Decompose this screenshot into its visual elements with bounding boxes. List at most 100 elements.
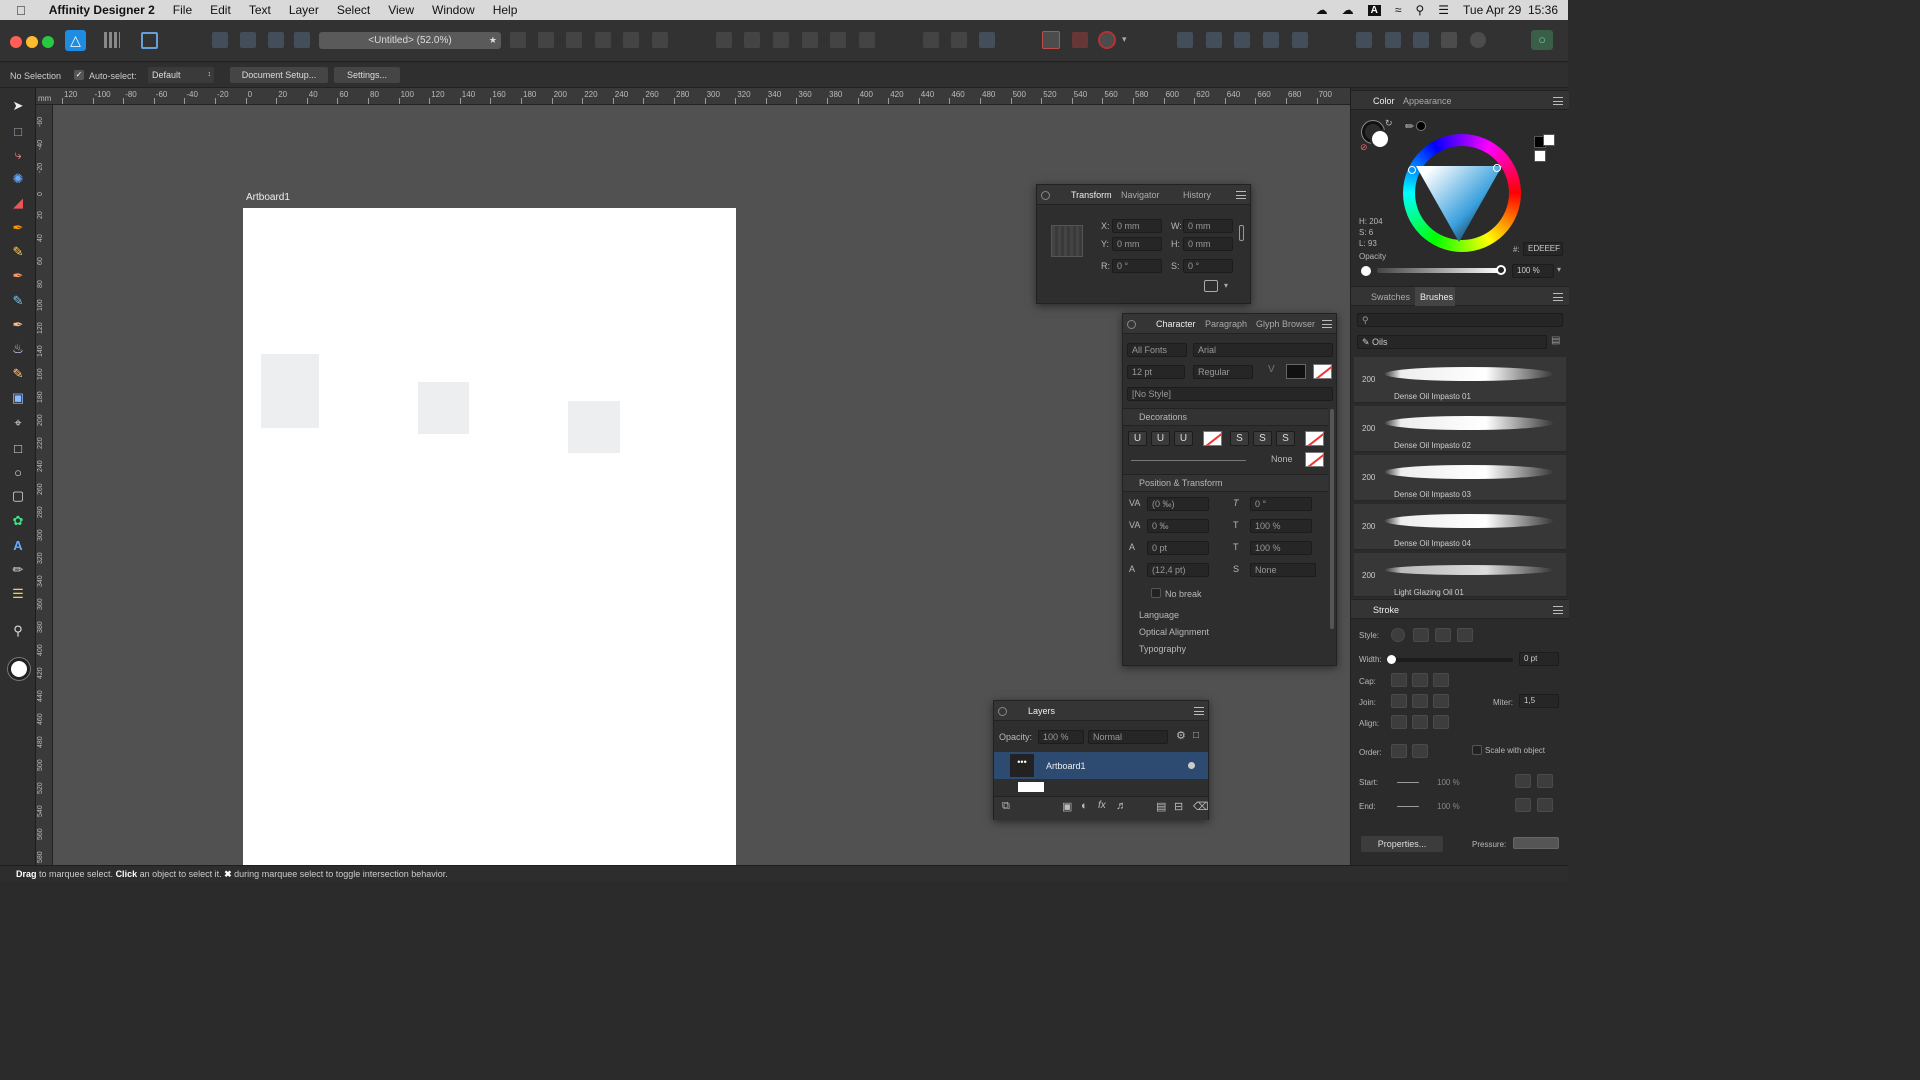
wifi-icon[interactable]: ≈ xyxy=(1395,3,1402,17)
swap-arrows-button[interactable] xyxy=(1515,798,1531,812)
language-section[interactable]: Language xyxy=(1139,610,1179,620)
gear-icon[interactable]: ⚙ xyxy=(1176,729,1186,742)
artboard[interactable] xyxy=(243,208,736,865)
artboard-tool-icon[interactable]: □ xyxy=(10,124,26,139)
tab-color[interactable]: Color xyxy=(1373,96,1395,106)
transparency-tool-icon[interactable]: ✎ xyxy=(10,366,26,381)
double-strikethrough-button[interactable]: S xyxy=(1253,431,1272,446)
brush-item[interactable]: 200 Light Glazing Oil 01 xyxy=(1354,553,1566,597)
decoration-stroke-swatch[interactable] xyxy=(1305,452,1324,467)
vertical-scale-field[interactable]: 100 % xyxy=(1250,541,1312,555)
arrow-align-button[interactable] xyxy=(1537,798,1553,812)
apple-icon[interactable]:  xyxy=(0,3,35,18)
vertical-ruler[interactable]: -60 -40 -20 0 20 40 60 80 100 120 140 160 180 200 220 2… xyxy=(36,105,53,865)
underline-color-swatch[interactable] xyxy=(1203,431,1222,446)
font-size-field[interactable]: 12 pt xyxy=(1127,365,1185,379)
fill-color-well[interactable] xyxy=(1370,129,1390,149)
rotate-right-icon[interactable] xyxy=(294,32,310,48)
leading-field[interactable]: (12,4 pt) xyxy=(1147,563,1209,577)
link-proportions-icon[interactable] xyxy=(1239,225,1244,241)
menu-help[interactable]: Help xyxy=(484,3,527,17)
tab-paragraph[interactable]: Paragraph xyxy=(1205,319,1247,329)
order-front-button[interactable] xyxy=(1412,744,1428,758)
rotation-field[interactable]: 0 ° xyxy=(1112,259,1162,273)
brush-item[interactable]: 200 Dense Oil Impasto 01 xyxy=(1354,357,1566,403)
document-setup-button[interactable]: Document Setup... xyxy=(230,67,328,83)
panel-scrollbar[interactable] xyxy=(1330,409,1334,629)
font-collection-select[interactable]: All Fonts xyxy=(1127,343,1187,357)
align-bottom-icon[interactable] xyxy=(652,32,668,48)
skew-field[interactable]: 0 ° xyxy=(1250,497,1312,511)
distribute-bottom-icon[interactable] xyxy=(859,32,875,48)
white-swatch-2[interactable] xyxy=(1534,150,1546,162)
align-left-icon[interactable] xyxy=(510,32,526,48)
opacity-slider-handle[interactable] xyxy=(1496,265,1506,275)
brush-category-select[interactable]: ✎ Oils xyxy=(1357,335,1547,349)
text-fill-icon[interactable]: V xyxy=(1268,364,1280,378)
trash-icon[interactable]: ⌫ xyxy=(1193,800,1209,813)
brush-item[interactable]: 200 Dense Oil Impasto 04 xyxy=(1354,504,1566,550)
account-icon[interactable]: ○ xyxy=(1531,30,1553,50)
superscript-select[interactable]: None xyxy=(1250,563,1316,577)
stroke-width-slider[interactable] xyxy=(1391,658,1513,662)
decoration-weight-slider[interactable] xyxy=(1131,460,1246,461)
rotate-left-icon[interactable] xyxy=(268,32,284,48)
paint-brush-icon[interactable]: ✒ xyxy=(10,317,26,332)
align-center-icon[interactable] xyxy=(538,32,554,48)
double-underline-button[interactable]: U xyxy=(1151,431,1170,446)
tab-character[interactable]: Character xyxy=(1156,319,1196,329)
boolean-divide-icon[interactable] xyxy=(1292,32,1308,48)
crop-tool-icon[interactable]: ⌖ xyxy=(10,415,26,430)
tab-navigator[interactable]: Navigator xyxy=(1121,190,1160,200)
distribute-center-icon[interactable] xyxy=(744,32,760,48)
menu-edit[interactable]: Edit xyxy=(201,3,240,17)
end-arrowhead-select[interactable] xyxy=(1397,806,1419,807)
rectangle-shape-3[interactable] xyxy=(568,401,620,453)
panel-menu-icon[interactable] xyxy=(1322,320,1332,328)
shapes-tool-icon[interactable]: ✿ xyxy=(10,513,26,528)
menu-text[interactable]: Text xyxy=(240,3,280,17)
distribute-h-icon[interactable] xyxy=(716,32,732,48)
lock-icon[interactable]: □ xyxy=(1193,730,1199,741)
stroke-none-button[interactable] xyxy=(1391,628,1405,642)
close-document-icon[interactable]: ★ xyxy=(489,32,497,49)
document-tab[interactable]: <Untitled> (52.0%) ★ xyxy=(319,32,501,49)
y-field[interactable]: 0 mm xyxy=(1112,237,1162,251)
layer-name[interactable]: Artboard1 xyxy=(1046,761,1086,771)
export-persona-icon[interactable] xyxy=(141,32,158,49)
pencil-tool-icon[interactable]: ✎ xyxy=(10,244,26,259)
insert-inside-icon[interactable] xyxy=(1356,32,1372,48)
close-panel-icon[interactable] xyxy=(998,707,1007,716)
panel-menu-icon[interactable] xyxy=(1553,97,1563,105)
menu-file[interactable]: File xyxy=(164,3,201,17)
layer-visibility-dot[interactable] xyxy=(1188,762,1195,769)
align-right-icon[interactable] xyxy=(566,32,582,48)
rectangle-shape-2[interactable] xyxy=(418,382,469,434)
brush-item[interactable]: 200 Dense Oil Impasto 02 xyxy=(1354,406,1566,452)
font-style-select[interactable]: Regular xyxy=(1193,365,1253,379)
distribute-top-icon[interactable] xyxy=(802,32,818,48)
vector-brush-icon[interactable]: ✒ xyxy=(10,268,26,283)
eyedropper-icon[interactable]: ✏ xyxy=(1405,120,1414,133)
ellipse-tool-icon[interactable]: ○ xyxy=(10,465,26,480)
layer-opacity-field[interactable]: 100 % xyxy=(1038,730,1084,744)
cap-square-button[interactable] xyxy=(1433,673,1449,687)
cap-butt-button[interactable] xyxy=(1391,673,1407,687)
transform-options-icon[interactable] xyxy=(1204,280,1218,292)
shape-builder-icon[interactable]: ✎ xyxy=(10,293,26,308)
keyboard-input-icon[interactable]: A xyxy=(1367,4,1381,16)
clock[interactable]: Tue Apr 29 15:36 xyxy=(1463,3,1558,17)
properties-button[interactable]: Properties... xyxy=(1361,836,1443,852)
designer-persona-icon[interactable]: △ xyxy=(65,30,86,51)
rectangle-shape-1[interactable] xyxy=(261,354,319,428)
rectangle-tool-icon[interactable]: □ xyxy=(10,441,26,456)
snapping-icon[interactable] xyxy=(1042,31,1060,49)
rounded-rectangle-icon[interactable]: ▢ xyxy=(10,488,26,503)
guides-icon[interactable] xyxy=(1072,32,1088,48)
flip-vertical-icon[interactable] xyxy=(240,32,256,48)
anchor-point-selector[interactable] xyxy=(1051,225,1083,257)
distribute-middle-icon[interactable] xyxy=(830,32,846,48)
corner-tool-icon[interactable]: ◢ xyxy=(10,195,26,210)
join-miter-button[interactable] xyxy=(1391,694,1407,708)
boolean-subtract-icon[interactable] xyxy=(1206,32,1222,48)
